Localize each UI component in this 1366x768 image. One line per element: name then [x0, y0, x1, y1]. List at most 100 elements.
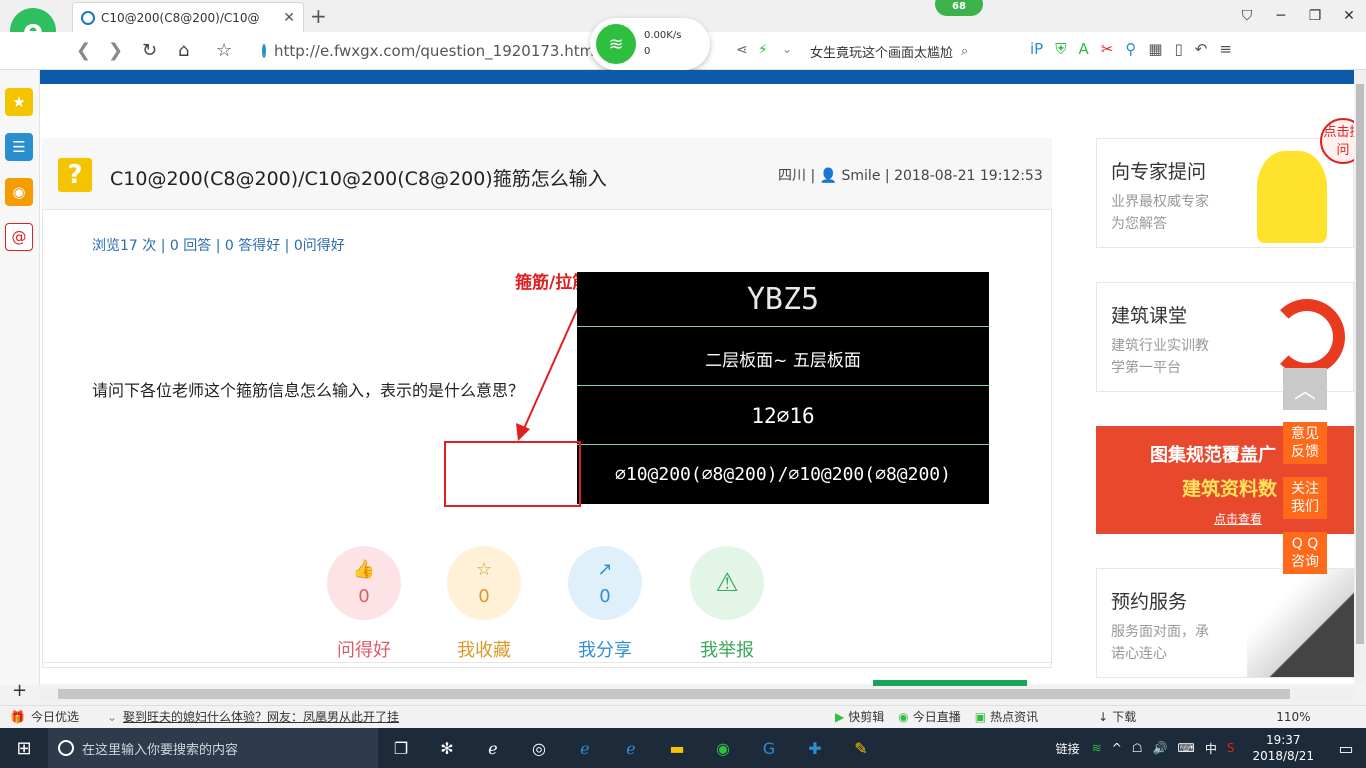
ask-expert-card[interactable]: 向专家提问 业界最权威专家 为您解答 [1096, 138, 1354, 248]
question-title: C10@200(C8@200)/C10@200(C8@200)箍筋怎么输入 [110, 168, 607, 190]
back-icon[interactable]: ❮ [76, 40, 91, 61]
user-icon: 👤 [819, 168, 838, 184]
report-button[interactable]: ⚠ [690, 546, 764, 620]
url-text: http://e.fwxgx.com/question_1920173.htm [274, 42, 595, 60]
card-line: 为您解答 [1111, 216, 1167, 232]
undo-icon[interactable]: ↶ [1195, 40, 1208, 58]
clock[interactable]: 19:37 2018/8/21 [1240, 732, 1326, 764]
star-icon: ☆ [475, 559, 493, 580]
browser-tab[interactable]: C10@200(C8@200)/C10@ ✕ [72, 2, 304, 32]
favorite-button[interactable]: ☆ 0 [447, 546, 521, 620]
question-region[interactable]: 四川 [778, 168, 806, 184]
url-field[interactable]: http://e.fwxgx.com/question_1920173.htm [262, 38, 595, 64]
tab-close-icon[interactable]: ✕ [283, 10, 295, 26]
status-item[interactable]: 下载 [1112, 708, 1136, 725]
share-label[interactable]: 我分享 [565, 636, 645, 662]
home-icon[interactable]: ⌂ [178, 40, 189, 61]
tray-link[interactable]: 链接 [1056, 740, 1080, 757]
file-explorer-icon[interactable]: ▬ [654, 739, 700, 758]
card-title: 建筑课堂 [1111, 305, 1188, 327]
mail-icon[interactable]: @ [5, 223, 33, 251]
zoom-level[interactable]: 110% [1276, 710, 1310, 724]
wifi-tray-icon[interactable]: ≋ [1092, 741, 1102, 755]
question-author[interactable]: Smile [842, 168, 881, 184]
cad-row-1: YBZ5 [746, 282, 820, 317]
chevron-down-icon[interactable]: ⌄ [782, 42, 792, 56]
edge-icon[interactable]: ℯ [562, 739, 608, 758]
feedback-button[interactable]: 意见 反馈 [1283, 422, 1327, 464]
qq-consult-button[interactable]: Q Q 咨询 [1283, 532, 1327, 574]
translate-icon[interactable]: A [1078, 40, 1088, 58]
task-view-icon[interactable]: ❐ [378, 739, 424, 758]
favorites-star-icon[interactable]: ★ [5, 88, 33, 116]
search-icon[interactable]: ⌕ [961, 44, 968, 59]
cad-image[interactable]: YBZ5 二层板面~ 五层板面 12⌀16 ⌀10@200(⌀8@200)/⌀1… [577, 272, 989, 504]
browser-app-icon[interactable]: ◎ [516, 739, 562, 758]
report-label[interactable]: 我举报 [687, 636, 767, 662]
vertical-scroll-thumb[interactable] [1356, 84, 1364, 644]
refresh-icon[interactable]: ↻ [142, 40, 157, 61]
new-tab-button[interactable]: + [310, 4, 327, 28]
g-app-icon[interactable]: G [746, 739, 792, 758]
windows-start-icon[interactable]: ⊞ [0, 738, 48, 759]
notification-badge[interactable]: 68 [935, 0, 983, 16]
lightning-icon[interactable]: ⚡ [758, 42, 768, 58]
magnifier-icon[interactable]: ⚲ [1125, 40, 1136, 58]
back-to-top-icon[interactable]: ︿ [1283, 368, 1327, 410]
network-speed: 0.00K/s [644, 30, 682, 41]
notifications-icon[interactable]: ▭ [1326, 739, 1366, 758]
plus-app-icon[interactable]: ✚ [792, 739, 838, 758]
site-header-band [40, 70, 1366, 84]
news-link[interactable]: 娶到旺夫的媳妇什么体验？网友：凤凰男从此开了挂 [123, 708, 399, 725]
keyboard-icon[interactable]: ⌨ [1178, 741, 1195, 755]
volume-icon[interactable]: 🔊 [1153, 741, 1168, 755]
apps-icon[interactable]: ▦ [1148, 40, 1162, 58]
follow-button[interactable]: 关注 我们 [1283, 477, 1327, 519]
status-item[interactable]: 快剪辑 [848, 708, 884, 725]
horizontal-scroll-thumb[interactable] [58, 689, 1290, 699]
forward-icon[interactable]: ❯ [108, 40, 123, 61]
list-icon[interactable]: ☰ [5, 133, 33, 161]
taskbar-search-input[interactable]: 在这里输入你要搜索的内容 [48, 728, 378, 768]
close-button[interactable]: ✕ [1332, 8, 1366, 24]
cad-row-3: 12⌀16 [751, 404, 815, 428]
tray-up-icon[interactable]: ^ [1112, 741, 1122, 755]
scissors-icon[interactable]: ✂ [1101, 40, 1114, 58]
search-text: 女生竟玩这个画面太尴尬 [810, 45, 954, 61]
thumbs-up-icon: 👍 [352, 559, 376, 580]
minimize-button[interactable]: ─ [1264, 8, 1298, 24]
active-browser-icon[interactable]: ◉ [700, 739, 746, 758]
add-sidebar-icon[interactable]: + [12, 680, 27, 701]
ie-icon[interactable]: ℯ [470, 739, 516, 758]
status-bar: 🎁 今日优选 ⌄ 娶到旺夫的媳妇什么体验？网友：凤凰男从此开了挂 ▶ 快剪辑 ◉… [0, 705, 1366, 727]
ime-indicator[interactable]: 中 [1205, 740, 1217, 757]
status-left-label[interactable]: 今日优选 [31, 708, 79, 725]
status-item[interactable]: 今日直播 [913, 708, 961, 725]
appointment-card[interactable]: 预约服务 服务面对面，承 诺心连心 [1096, 568, 1355, 678]
skin-icon[interactable]: ⛉ [1230, 8, 1264, 24]
search-input[interactable]: 女生竟玩这个画面太尴尬 ⌕ [810, 38, 1010, 64]
network-count: 0 [644, 46, 651, 57]
reader-icon[interactable]: ▯ [1175, 40, 1183, 58]
status-item[interactable]: 热点资讯 [990, 708, 1038, 725]
promo-link[interactable]: 点击查看 [1214, 510, 1262, 527]
good-question-label[interactable]: 问得好 [324, 636, 404, 662]
weibo-icon[interactable]: ◉ [5, 178, 33, 206]
fan-app-icon[interactable]: ✻ [424, 739, 470, 758]
card-title: 向专家提问 [1111, 161, 1207, 183]
bookmark-star-icon[interactable]: ☆ [216, 40, 232, 61]
menu-icon[interactable]: ≡ [1219, 40, 1232, 58]
extension-icon[interactable]: iP [1030, 40, 1043, 58]
share-icon[interactable]: ⋖ [736, 42, 748, 58]
input-method-icon[interactable]: S [1227, 741, 1235, 755]
network-widget[interactable]: ≋ 0.00K/s 0 [590, 18, 710, 70]
share-button[interactable]: ↗ 0 [568, 546, 642, 620]
ie-blue-icon[interactable]: ℯ [608, 739, 654, 758]
network-icon[interactable]: ☖ [1132, 741, 1143, 755]
shield-icon[interactable]: ⛨ [1055, 40, 1066, 58]
card-title: 预约服务 [1111, 591, 1188, 613]
good-question-button[interactable]: 👍 0 [327, 546, 401, 620]
favorite-label[interactable]: 我收藏 [444, 636, 524, 662]
notes-app-icon[interactable]: ✎ [838, 739, 884, 758]
maximize-button[interactable]: ❐ [1298, 8, 1332, 24]
